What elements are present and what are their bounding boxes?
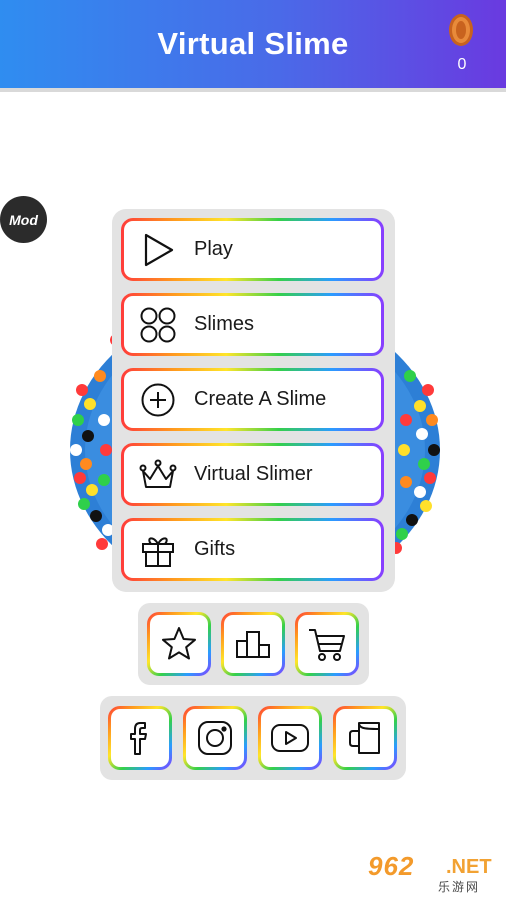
- star-icon: [162, 627, 196, 660]
- create-slime-button[interactable]: Create A Slime: [121, 368, 384, 431]
- facebook-button[interactable]: [108, 706, 172, 770]
- watermark-main: 962: [368, 851, 415, 881]
- play-label: Play: [194, 238, 233, 260]
- slimes-icon: [138, 305, 178, 345]
- leaderboard-icon: [236, 631, 270, 658]
- gifts-label: Gifts: [194, 538, 236, 560]
- header-divider: [0, 88, 506, 92]
- store-button[interactable]: [333, 706, 397, 770]
- instagram-icon: [198, 721, 232, 755]
- instagram-button[interactable]: [183, 706, 247, 770]
- cart-icon: [309, 629, 345, 661]
- gifts-button[interactable]: Gifts: [121, 518, 384, 581]
- slimes-label: Slimes: [194, 313, 255, 335]
- youtube-button[interactable]: [258, 706, 322, 770]
- watermark-logo: 962 .NET 乐游网: [368, 851, 498, 895]
- favorites-button[interactable]: [147, 612, 211, 676]
- shop-button[interactable]: [295, 612, 359, 676]
- create-slime-label: Create A Slime: [194, 388, 327, 410]
- slimes-button[interactable]: Slimes: [121, 293, 384, 356]
- facebook-icon: [130, 722, 147, 755]
- mod-badge[interactable]: Mod: [0, 196, 47, 243]
- play-button[interactable]: Play: [121, 218, 384, 281]
- gift-icon: [138, 530, 178, 570]
- crown-icon: [138, 455, 178, 495]
- virtual-slimer-button[interactable]: Virtual Slimer: [121, 443, 384, 506]
- cup-icon: [349, 722, 380, 754]
- watermark-sub: 乐游网: [438, 880, 481, 894]
- watermark-suffix: .NET: [446, 856, 492, 878]
- app-title: Virtual Slime: [157, 26, 349, 61]
- youtube-icon: [271, 724, 309, 752]
- leaderboard-button[interactable]: [221, 612, 285, 676]
- plus-circle-icon: [138, 380, 178, 420]
- coin-count: 0: [457, 56, 467, 73]
- play-icon: [138, 230, 178, 270]
- coin-icon: [449, 14, 473, 46]
- virtual-slimer-label: Virtual Slimer: [194, 463, 313, 485]
